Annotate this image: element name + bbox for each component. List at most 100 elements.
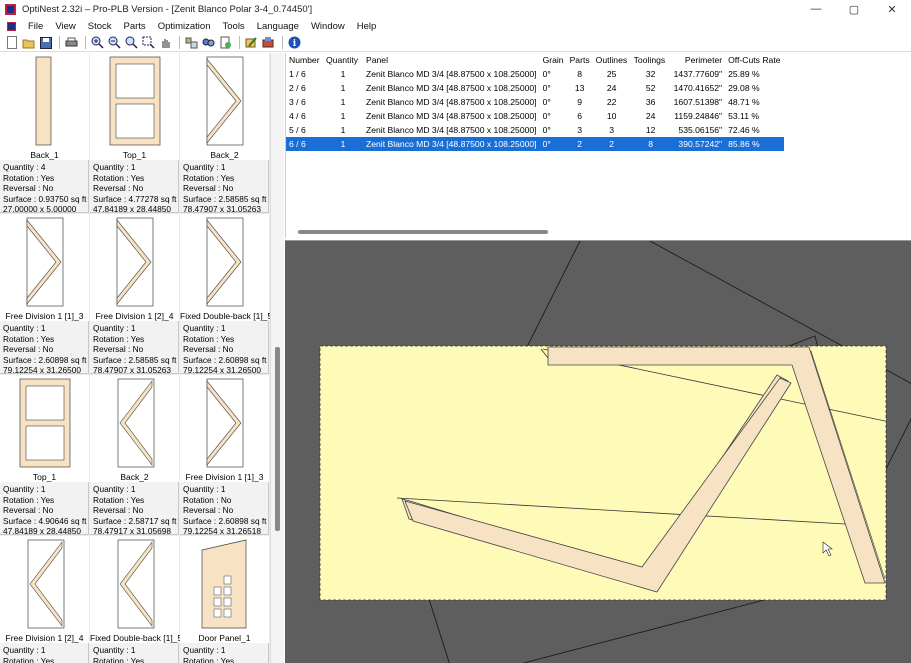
- part-detail-line: Rotation : Yes: [93, 655, 145, 663]
- column-header-parts[interactable]: Parts: [567, 53, 593, 67]
- settings-icon[interactable]: [184, 35, 199, 50]
- zoom-in-icon[interactable]: [90, 35, 105, 50]
- scrollbar-thumb[interactable]: [275, 347, 280, 531]
- table-row[interactable]: 5 / 6 1 Zenit Blanco MD 3/4 [48.87500 x 10…: [286, 123, 784, 137]
- menu-tools[interactable]: Tools: [217, 21, 251, 32]
- layouts-table: Number Quantity Panel Grain Parts Outlin…: [286, 53, 784, 151]
- parts-list-panel[interactable]: Back_1 Quantity : 4 Rotation : Yes Reversal…: [0, 53, 270, 663]
- table-cell: 13: [574, 83, 585, 93]
- part-card[interactable]: Back_2 Quantity : 1 Rotation : Yes Reversal…: [180, 53, 269, 214]
- table-row[interactable]: 6 / 6 1 Zenit Blanco MD 3/4 [48.87500 x 10…: [286, 137, 784, 151]
- column-header-panel[interactable]: Panel: [363, 53, 540, 67]
- part-name: Fixed Double-back [1]_5: [180, 311, 270, 321]
- zoom-fit-icon[interactable]: [124, 35, 139, 50]
- part-detail-line: Quantity : 1: [3, 645, 46, 655]
- part-card[interactable]: Door Panel_1 Quantity : 1 Rotation : Yes: [180, 536, 269, 663]
- part-details: Quantity : 1 Rotation : Yes: [183, 645, 269, 663]
- table-cell: 52: [645, 83, 656, 93]
- part-detail-line: Reversal : No: [183, 344, 234, 354]
- nesting-canvas[interactable]: [285, 240, 911, 663]
- table-cell: 1: [340, 125, 346, 135]
- table-cell: 3: [609, 125, 615, 135]
- column-header-offcuts-rate[interactable]: Off-Cuts Rate: [725, 53, 783, 67]
- parts-vertical-scrollbar[interactable]: [270, 53, 284, 663]
- part-detail-line: Surface : 4.90646 sq ft: [3, 515, 87, 526]
- part-detail-line: Reversal : No: [3, 183, 54, 193]
- table-cell: 6 / 6: [286, 137, 323, 151]
- part-thumbnail: [0, 375, 89, 482]
- close-button[interactable]: ✕: [873, 0, 911, 18]
- export-icon[interactable]: [261, 35, 276, 50]
- toolbar: i: [0, 34, 911, 52]
- table-cell: 53.11 %: [728, 111, 760, 121]
- part-detail-line: Quantity : 1: [3, 323, 46, 333]
- part-card[interactable]: Free Division 1 [2]_4 Quantity : 1 Rotatio…: [90, 214, 179, 375]
- part-details: Quantity : 1 Rotation : Yes: [3, 645, 89, 663]
- print-icon[interactable]: [64, 35, 79, 50]
- part-details: Quantity : 1 Rotation : Yes Reversal : No S…: [3, 323, 89, 376]
- menu-optimization[interactable]: Optimization: [152, 21, 217, 32]
- part-detail-line: Rotation : Yes: [183, 172, 235, 183]
- table-row[interactable]: 3 / 6 1 Zenit Blanco MD 3/4 [48.87500 x 10…: [286, 95, 784, 109]
- nest-icon[interactable]: [201, 35, 216, 50]
- zoom-window-icon[interactable]: [141, 35, 156, 50]
- part-detail-line: 79.12254 x 31.26500: [3, 365, 81, 375]
- column-header-quantity[interactable]: Quantity: [323, 53, 363, 67]
- part-details: Quantity : 1 Rotation : Yes: [93, 645, 179, 663]
- info-icon[interactable]: i: [287, 35, 302, 50]
- part-detail-line: 78.47907 x 31.05263: [93, 365, 171, 375]
- menu-language[interactable]: Language: [251, 21, 305, 32]
- part-card[interactable]: Back_2 Quantity : 1 Rotation : Yes Reversal…: [90, 375, 179, 536]
- new-icon[interactable]: [4, 35, 19, 50]
- column-header-outlines[interactable]: Outlines: [593, 53, 631, 67]
- column-header-toolings[interactable]: Toolings: [631, 53, 671, 67]
- menu-view[interactable]: View: [49, 21, 81, 32]
- table-cell: 0°: [542, 83, 551, 93]
- part-card[interactable]: Free Division 1 [1]_3 Quantity : 1 Rotatio…: [0, 214, 89, 376]
- zoom-out-icon[interactable]: [107, 35, 122, 50]
- table-cell: 9: [577, 97, 582, 107]
- column-header-grain[interactable]: Grain: [540, 53, 567, 67]
- part-card[interactable]: Free Division 1 [1]_3 Quantity : 1 Rotatio…: [180, 375, 269, 536]
- part-card[interactable]: Free Division 1 [2]_4 Quantity : 1 Rotatio…: [0, 536, 89, 663]
- maximize-button[interactable]: ▢: [835, 0, 873, 18]
- table-cell: 12: [645, 125, 656, 135]
- edit-icon[interactable]: [244, 35, 259, 50]
- table-cell: 48.71 %: [728, 97, 760, 107]
- column-header-perimeter[interactable]: Perimeter: [671, 53, 725, 67]
- save-icon[interactable]: [38, 35, 53, 50]
- part-detail-line: 78.47907 x 31.05263: [183, 204, 261, 214]
- menu-parts[interactable]: Parts: [118, 21, 152, 32]
- part-card[interactable]: Fixed Double-back [1]_5 Quantity : 1 Rotat…: [180, 214, 270, 375]
- table-row[interactable]: 1 / 6 1 Zenit Blanco MD 3/4 [48.87500 x 10…: [286, 67, 784, 81]
- part-details: Quantity : 4 Rotation : Yes Reversal : No S…: [3, 162, 89, 215]
- menu-window[interactable]: Window: [305, 21, 351, 32]
- menu-help[interactable]: Help: [351, 21, 383, 32]
- menu-file[interactable]: File: [22, 21, 49, 32]
- part-card[interactable]: Top_1 Quantity : 1 Rotation : Yes Reversal …: [90, 53, 179, 214]
- column-header-number[interactable]: Number: [286, 53, 323, 67]
- part-card[interactable]: Top_1 Quantity : 1 Rotation : Yes Reversal …: [0, 375, 89, 536]
- table-row[interactable]: 4 / 6 1 Zenit Blanco MD 3/4 [48.87500 x 10…: [286, 109, 784, 123]
- part-thumbnail: [90, 53, 179, 160]
- part-card[interactable]: Fixed Double-back [1]_5 Quantity : 1 Rotat…: [90, 536, 183, 663]
- minimize-button[interactable]: —: [797, 0, 835, 18]
- table-cell: 1470.41652": [673, 83, 723, 93]
- part-detail-line: Surface : 2.60898 sq ft: [183, 515, 267, 526]
- part-card[interactable]: Back_1 Quantity : 4 Rotation : Yes Reversal…: [0, 53, 89, 215]
- part-detail-line: 47.84189 x 28.44850: [93, 204, 171, 214]
- table-horizontal-scrollbar[interactable]: [298, 230, 548, 234]
- part-name: Fixed Double-back [1]_5: [90, 633, 183, 643]
- pan-icon[interactable]: [158, 35, 173, 50]
- report-icon[interactable]: [218, 35, 233, 50]
- menu-stock[interactable]: Stock: [82, 21, 118, 32]
- svg-text:i: i: [293, 39, 297, 49]
- title-bar: OptiNest 2.32i – Pro-PLB Version - [Zeni…: [0, 0, 911, 18]
- part-detail-line: Reversal : No: [93, 183, 144, 193]
- document-icon[interactable]: [7, 21, 16, 31]
- open-icon[interactable]: [21, 35, 36, 50]
- table-row[interactable]: 2 / 6 1 Zenit Blanco MD 3/4 [48.87500 x 10…: [286, 81, 784, 95]
- table-cell: 2: [592, 137, 631, 151]
- toolbar-separator: [282, 36, 283, 49]
- app-logo-icon: [5, 3, 16, 15]
